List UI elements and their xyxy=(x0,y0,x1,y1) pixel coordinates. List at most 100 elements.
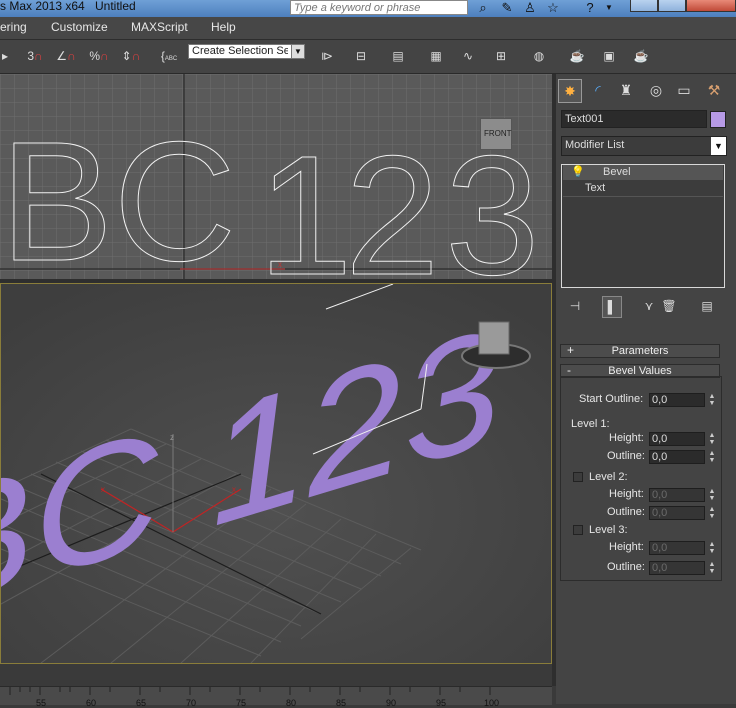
level3-outline-spinner[interactable]: ▲ ▼ xyxy=(707,561,717,575)
tick-label: 95 xyxy=(436,698,447,708)
percent-snap-label: % xyxy=(89,49,101,63)
start-outline-field[interactable]: 0,0 xyxy=(649,393,705,407)
front-text-bc: BC xyxy=(0,107,236,280)
pin-stack-icon[interactable]: ⊣ xyxy=(566,296,584,316)
level1-outline-field[interactable]: 0,0 xyxy=(649,450,705,464)
level2-height-spinner[interactable]: ▲ ▼ xyxy=(707,488,717,502)
timeline-ruler[interactable]: 55 60 65 70 75 80 85 90 95 100 xyxy=(0,686,552,708)
level3-checkbox[interactable] xyxy=(573,525,583,535)
remove-modifier-icon[interactable]: 🗑 xyxy=(660,296,678,316)
menu-maxscript[interactable]: MAXScript xyxy=(131,20,188,34)
stack-toolbar: ⊣ ▌ ⋎ 🗑 ▤ xyxy=(556,296,736,318)
parameters-rollout[interactable]: + Parameters xyxy=(560,343,720,358)
level2-outline-field[interactable]: 0,0 xyxy=(649,506,705,520)
title-bar: s Max 2013 x64 Untitled Type a keyword o… xyxy=(0,0,736,17)
start-outline-spinner[interactable]: ▲ ▼ xyxy=(707,393,717,407)
front-viewport[interactable]: BC 1 2 3 x FRONT xyxy=(0,74,552,280)
level3-height-field[interactable]: 0,0 xyxy=(649,541,705,555)
level1-outline-spinner[interactable]: ▲ ▼ xyxy=(707,450,717,464)
create-tab-icon[interactable]: ✸ xyxy=(558,79,582,103)
menu-help[interactable]: Help xyxy=(211,20,236,34)
display-tab-icon[interactable]: ▭ xyxy=(672,79,696,103)
tick-label: 65 xyxy=(136,698,147,708)
level2-checkbox[interactable] xyxy=(573,472,583,482)
star-icon[interactable]: ☆ xyxy=(544,0,562,16)
tick-label: 75 xyxy=(236,698,247,708)
object-name-field[interactable]: Text001 xyxy=(561,110,707,128)
level3-outline-field[interactable]: 0,0 xyxy=(649,561,705,575)
level3-height-spinner[interactable]: ▲ ▼ xyxy=(707,541,717,555)
search-input[interactable]: Type a keyword or phrase xyxy=(290,0,468,15)
binoculars-icon[interactable]: ⌕ xyxy=(474,0,492,16)
level1-label: Level 1: xyxy=(571,418,610,430)
bevel-values-panel: Start Outline: 0,0 ▲ ▼ Level 1: Height: 0… xyxy=(560,376,722,581)
level3-height-label: Height: xyxy=(609,541,644,553)
lightbulb-icon[interactable]: 💡 xyxy=(571,165,585,180)
utilities-tab-icon[interactable]: ⚒ xyxy=(702,79,726,103)
level2-outline-spinner[interactable]: ▲ ▼ xyxy=(707,506,717,520)
material-editor-icon[interactable]: ◍ xyxy=(528,45,550,67)
tick-label: 80 xyxy=(286,698,297,708)
menu-rendering[interactable]: ering xyxy=(0,20,27,34)
scene-explorer-icon[interactable]: ▦ xyxy=(425,45,447,67)
spinner-snap-icon[interactable]: ⇕∩ xyxy=(120,45,142,67)
timeline-ticks xyxy=(9,687,491,695)
level1-outline-label: Outline: xyxy=(607,450,645,462)
stack-item-bevel[interactable]: 💡 Bevel xyxy=(563,165,723,180)
menu-customize[interactable]: Customize xyxy=(51,20,108,34)
curve-editor-icon[interactable]: ∿ xyxy=(457,45,479,67)
level1-height-label: Height: xyxy=(609,432,644,444)
perspective-viewport[interactable]: x x z BC 123 xyxy=(0,283,552,664)
front-text-2: 2 xyxy=(345,121,440,280)
stack-item-bevel-label: Bevel xyxy=(603,166,631,178)
angle-snap-icon[interactable]: ∠∩ xyxy=(55,45,77,67)
level2-outline-label: Outline: xyxy=(607,506,645,518)
chevron-down-icon[interactable]: ▼ xyxy=(711,137,726,155)
render-production-icon[interactable]: ☕ xyxy=(630,45,652,67)
named-selection-set-dropdown[interactable]: Create Selection Se ▼ xyxy=(188,44,305,59)
front-axis-x-label: x xyxy=(278,260,282,269)
command-panel: ✸ ◜ ♜ ◎ ▭ ⚒ Text001 Modifier List ▼ 💡 Be… xyxy=(556,74,736,704)
selection-set-placeholder: Create Selection Se xyxy=(192,45,288,57)
viewcube-front-label: FRONT xyxy=(484,129,512,138)
configure-modifier-sets-icon[interactable]: ▤ xyxy=(698,296,716,316)
stack-item-text[interactable]: Text xyxy=(563,181,723,197)
mirror-icon[interactable]: ⧐ xyxy=(316,45,338,67)
level1-height-spinner[interactable]: ▲ ▼ xyxy=(707,432,717,446)
perspective-viewport-canvas: x x z BC 123 xyxy=(1,284,551,663)
motion-tab-icon[interactable]: ◎ xyxy=(644,79,668,103)
layer-manager-icon[interactable]: ▤ xyxy=(387,45,409,67)
schematic-view-icon[interactable]: ⊞ xyxy=(490,45,512,67)
wrench-icon[interactable]: ✎ xyxy=(498,0,516,16)
snap-toggle-icon[interactable]: 3∩ xyxy=(24,45,46,67)
stack-item-text-label: Text xyxy=(585,182,606,194)
object-color-swatch[interactable] xyxy=(710,111,726,128)
minimize-button[interactable] xyxy=(630,0,658,12)
menu-bar: ering Customize MAXScript Help xyxy=(0,17,736,40)
help-icon[interactable]: ? xyxy=(581,0,599,16)
document-title: Untitled xyxy=(95,0,136,13)
help-person-icon[interactable]: ♙ xyxy=(521,0,539,16)
make-unique-icon[interactable]: ⋎ xyxy=(640,296,658,316)
level2-height-field[interactable]: 0,0 xyxy=(649,488,705,502)
chevron-down-icon[interactable]: ▼ xyxy=(291,45,304,58)
tick-label: 85 xyxy=(336,698,347,708)
align-icon[interactable]: ⊟ xyxy=(350,45,372,67)
edit-named-selection-icon[interactable]: {ABC xyxy=(158,45,180,67)
select-and-manipulate-icon[interactable]: ▸ xyxy=(0,45,10,67)
viewcube[interactable]: FRONT xyxy=(480,118,512,150)
render-setup-icon[interactable]: ☕ xyxy=(566,45,588,67)
maximize-button[interactable] xyxy=(658,0,686,12)
modify-tab-icon[interactable]: ◜ xyxy=(586,79,610,103)
modifier-stack[interactable]: 💡 Bevel Text xyxy=(561,164,725,288)
percent-snap-icon[interactable]: %∩ xyxy=(88,45,110,67)
modifier-list-dropdown[interactable]: Modifier List ▼ xyxy=(561,136,727,156)
hierarchy-tab-icon[interactable]: ♜ xyxy=(614,79,638,103)
rendered-frame-icon[interactable]: ▣ xyxy=(598,45,620,67)
main-toolbar: ▸ 3∩ ∠∩ %∩ ⇕∩ {ABC Create Selection Se ▼… xyxy=(0,40,736,74)
show-end-result-icon[interactable]: ▌ xyxy=(602,296,622,318)
help-dropdown-icon[interactable]: ▼ xyxy=(600,0,618,16)
level1-height-field[interactable]: 0,0 xyxy=(649,432,705,446)
tick-label: 55 xyxy=(36,698,47,708)
close-button[interactable] xyxy=(686,0,736,12)
